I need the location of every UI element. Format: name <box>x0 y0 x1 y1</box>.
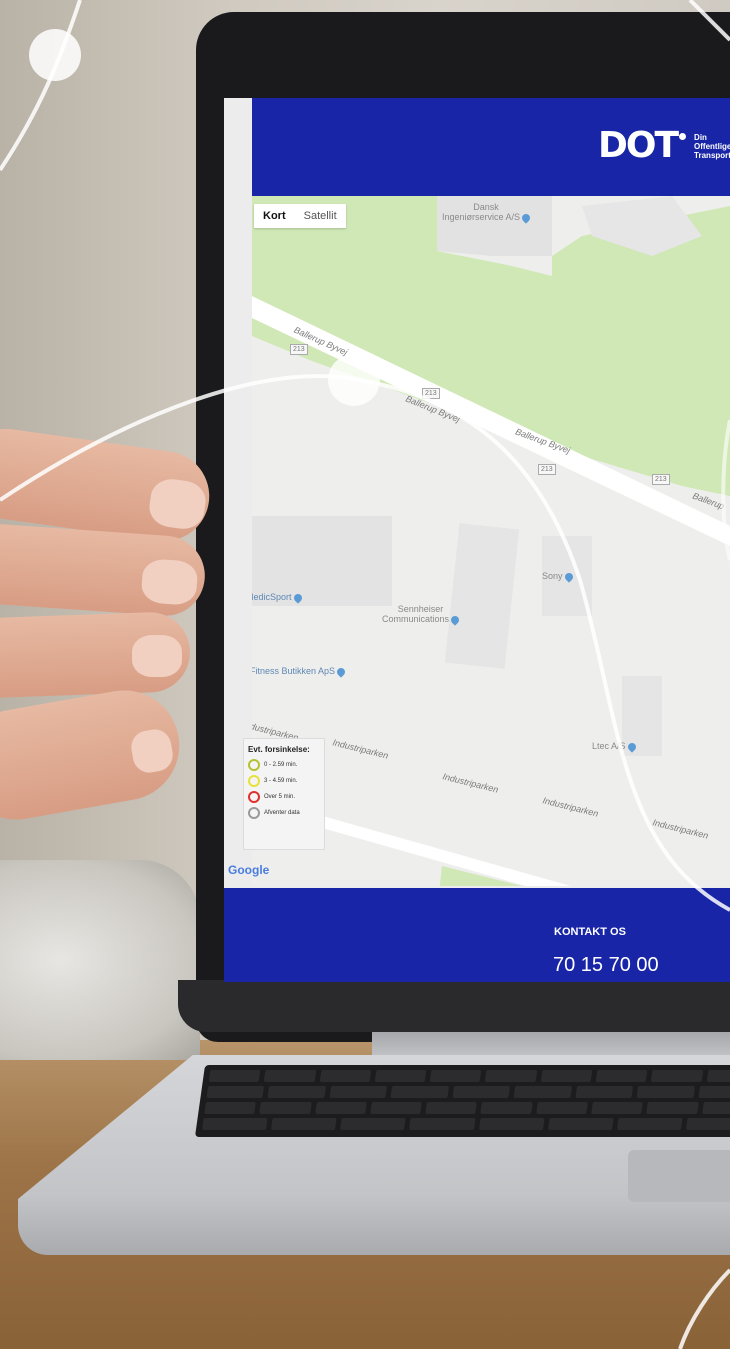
poi-ltec[interactable]: Ltec A/S <box>592 740 638 753</box>
circle-icon <box>248 759 260 771</box>
site-footer: KONTAKT OS 70 15 70 00 <box>224 888 730 982</box>
logo-dot-icon <box>679 132 687 140</box>
route-shield: 213 <box>290 344 308 355</box>
route-shield: 213 <box>538 464 556 475</box>
legend-item: Over 5 min. <box>248 791 320 803</box>
legend-label: 0 - 2.59 min. <box>264 762 298 768</box>
map-pin-icon <box>562 570 575 583</box>
map-pin-icon <box>625 740 638 753</box>
fingernail <box>132 635 182 677</box>
poi-label: Dansk Ingeniørservice A/S <box>442 202 521 222</box>
contact-heading: KONTAKT OS <box>554 926 626 938</box>
trackpad <box>628 1150 730 1202</box>
map-type-kort-button[interactable]: Kort <box>254 204 295 228</box>
legend-title: Evt. forsinkelse: <box>248 745 310 754</box>
legend-item: Afventer data <box>248 807 320 819</box>
circle-icon <box>248 807 260 819</box>
poi-sennheiser[interactable]: Sennheiser Communications <box>382 604 461 626</box>
map-type-toggle: Kort Satellit <box>254 204 346 228</box>
logo-tagline-line: Offentlige <box>694 141 730 151</box>
laptop-bezel-bottom <box>178 980 730 1032</box>
circle-icon <box>248 775 260 787</box>
logo-tagline-line: Din <box>694 132 707 142</box>
legend-label: Afventer data <box>264 810 300 816</box>
legend-label: Over 5 min. <box>264 794 296 800</box>
legend-item: 3 - 4.59 min. <box>248 775 320 787</box>
route-shield: 213 <box>652 474 670 485</box>
contact-phone[interactable]: 70 15 70 00 <box>553 954 659 977</box>
fingernail <box>140 558 199 606</box>
route-shield: 213 <box>422 388 440 399</box>
poi-label: Sennheiser Communications <box>382 604 450 624</box>
poi-dansk-ingeniorservice[interactable]: Dansk Ingeniørservice A/S <box>442 202 532 224</box>
map-type-satellit-button[interactable]: Satellit <box>295 204 346 228</box>
photo-scene: DOT Din Offentlige Transport ◐ <box>0 0 730 1349</box>
legend-label: 3 - 4.59 min. <box>264 778 298 784</box>
delay-legend: Evt. forsinkelse: 0 - 2.59 min. 3 - 4.59… <box>243 738 325 850</box>
logo-tagline-line: Transport <box>694 150 730 160</box>
map-pin-icon <box>335 665 347 678</box>
dot-logo[interactable]: DOT Din Offentlige Transport <box>598 128 730 164</box>
laptop-screen: DOT Din Offentlige Transport ◐ <box>224 98 730 982</box>
site-header: DOT Din Offentlige Transport ◐ <box>252 98 730 196</box>
poi-label: MedicSport <box>252 592 292 602</box>
logo-tagline: Din Offentlige Transport <box>694 133 730 160</box>
google-attribution[interactable]: Google <box>228 863 269 877</box>
circle-icon <box>248 791 260 803</box>
building-block <box>444 523 520 669</box>
poi-label: Fitness Butikken ApS <box>252 666 336 676</box>
legend-item: 0 - 2.59 min. <box>248 759 320 771</box>
hand <box>0 410 216 850</box>
poi-fitness-butikken[interactable]: Fitness Butikken ApS <box>252 665 347 678</box>
map-pin-icon <box>449 613 461 626</box>
keyboard <box>194 1065 730 1137</box>
poi-medicsport[interactable]: MedicSport <box>252 591 304 604</box>
poi-label: Sony <box>542 571 563 581</box>
map-pin-icon <box>520 211 532 224</box>
poi-label: Ltec A/S <box>592 741 626 751</box>
poi-sony[interactable]: Sony <box>542 570 575 583</box>
logo-wordmark: DOT <box>598 125 679 166</box>
sweater-sleeve <box>0 860 200 1060</box>
map-pin-icon <box>291 591 304 604</box>
